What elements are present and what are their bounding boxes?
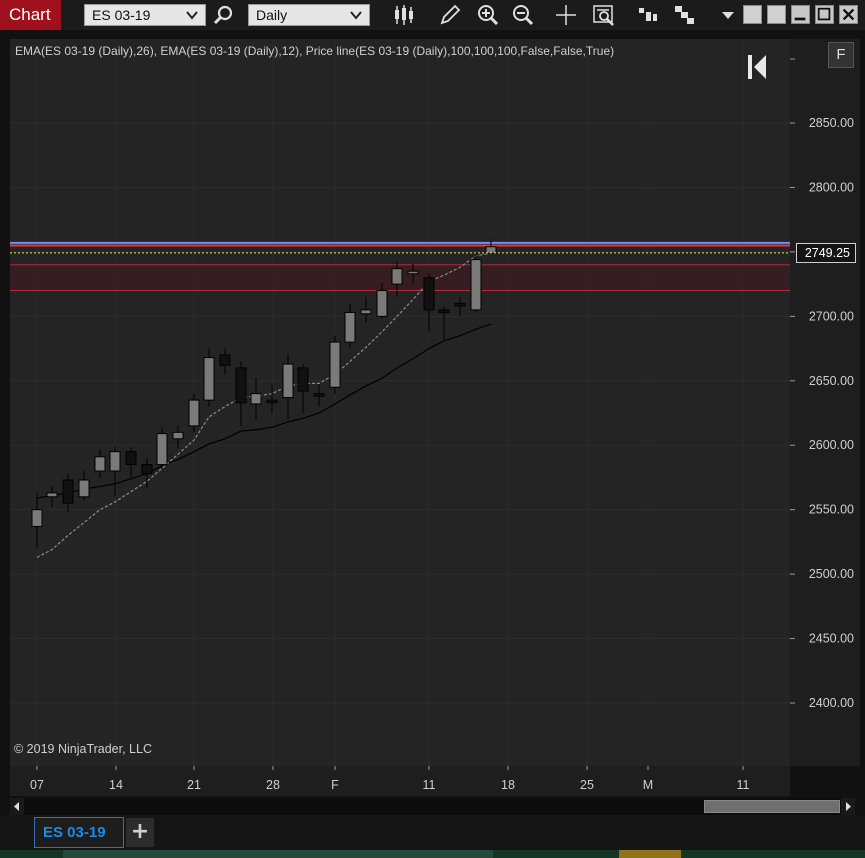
candle-body [46, 492, 58, 498]
price-tick-label: 2800.00 [809, 180, 854, 194]
dropdown-arrow-icon[interactable] [716, 3, 740, 27]
interval-value: Daily [256, 7, 288, 23]
candle-body [94, 456, 106, 472]
interval-select[interactable]: Daily [248, 4, 370, 26]
status-segment [619, 850, 681, 858]
ema-12-line [36, 252, 492, 558]
candle-body [297, 367, 309, 392]
last-price-label: 2749.25 [796, 243, 856, 263]
time-tick-label: M [643, 778, 653, 792]
price-tick-label: 2850.00 [809, 116, 854, 130]
price-tick-label: 2650.00 [809, 374, 854, 388]
price-tick-label: 2700.00 [809, 309, 854, 323]
time-axis-ticks: 07 14 21 28 F 11 18 25 M 11 [30, 766, 750, 792]
time-tick-label: 25 [580, 778, 594, 792]
toolbar: Chart ES 03-19 Daily [0, 0, 865, 30]
candle-body [78, 479, 90, 498]
candle-body [391, 268, 403, 285]
tab-es-03-19[interactable]: ES 03-19 [34, 817, 124, 848]
candle-body [376, 290, 388, 317]
candle-body [31, 509, 43, 527]
indicator-label: EMA(ES 03-19 (Daily),26), EMA(ES 03-19 (… [15, 44, 615, 58]
scroll-right-icon[interactable] [841, 798, 855, 815]
window-tile-alt-button[interactable] [767, 5, 786, 24]
candle-body [109, 451, 121, 472]
chart-style-icon[interactable] [392, 3, 416, 27]
maximize-icon[interactable] [815, 5, 834, 24]
add-tab-button[interactable]: + [126, 818, 154, 847]
candle-body [156, 433, 168, 466]
candle-body [438, 309, 450, 313]
candle-body [203, 357, 215, 401]
candle-body [454, 302, 466, 307]
time-tick-label: F [331, 778, 339, 792]
scrollbar-thumb[interactable] [704, 800, 840, 813]
chevron-down-icon [186, 11, 198, 20]
copyright-notice: © 2019 NinjaTrader, LLC [14, 742, 152, 756]
time-tick-label: 11 [423, 778, 436, 792]
price-axis-ticks: 2850.002800.002750.002700.002650.002600.… [790, 58, 854, 710]
jump-to-start-icon[interactable] [746, 53, 768, 81]
chart-tab-bar: ES 03-19 + [0, 815, 865, 850]
price-axis[interactable]: 2850.002800.002750.002700.002650.002600.… [790, 39, 860, 766]
instrument-select[interactable]: ES 03-19 [84, 4, 206, 26]
scroll-left-icon[interactable] [10, 798, 24, 815]
chevron-down-icon [350, 11, 362, 20]
search-icon[interactable] [212, 3, 236, 27]
time-axis[interactable]: 07 14 21 28 F 11 18 25 M 11 [10, 766, 790, 796]
fit-button[interactable]: F [828, 42, 854, 68]
zoom-out-icon[interactable] [511, 3, 535, 27]
candle-body [62, 479, 74, 504]
data-box-icon[interactable] [592, 3, 616, 27]
price-tick-label: 2550.00 [809, 503, 854, 517]
candle-body [235, 367, 247, 404]
templates-icon[interactable] [672, 3, 696, 27]
price-tick-label: 2400.00 [809, 696, 854, 710]
candle-body [141, 464, 153, 475]
price-tick-label: 2600.00 [809, 438, 854, 452]
candle-body [282, 363, 294, 399]
candle-body [423, 277, 435, 311]
candle-body [344, 311, 356, 343]
price-tick-label: 2500.00 [809, 567, 854, 581]
candle-body [219, 354, 231, 366]
status-segment [63, 850, 493, 858]
time-tick-label: 21 [187, 778, 201, 792]
time-tick-label: 18 [501, 778, 515, 792]
candle-body [360, 309, 372, 315]
time-tick-label: 07 [30, 778, 44, 792]
time-tick-label: 28 [266, 778, 280, 792]
window-tile-button[interactable] [743, 5, 762, 24]
chart-window-tab[interactable]: Chart [0, 0, 61, 30]
candle-body [313, 393, 325, 397]
crosshair-icon[interactable] [554, 3, 578, 27]
candle-body [329, 341, 341, 388]
close-icon[interactable] [839, 5, 858, 24]
minimize-icon[interactable] [791, 5, 810, 24]
price-tick-label: 2450.00 [809, 632, 854, 646]
candle-body [407, 270, 419, 275]
candle-body [250, 393, 262, 405]
candle-body [266, 399, 278, 404]
candle-body [125, 451, 137, 466]
pencil-icon[interactable] [438, 3, 462, 27]
time-tick-label: 14 [109, 778, 123, 792]
ema-26-line [36, 323, 492, 499]
zoom-in-icon[interactable] [476, 3, 500, 27]
horizontal-scrollbar[interactable] [10, 798, 855, 815]
candle-body [470, 259, 482, 311]
candle-body [485, 246, 497, 254]
price-chart[interactable] [10, 39, 790, 766]
chart-panel[interactable]: EMA(ES 03-19 (Daily),26), EMA(ES 03-19 (… [10, 39, 790, 766]
time-tick-label: 11 [737, 778, 750, 792]
instrument-value: ES 03-19 [92, 7, 151, 23]
candle-body [172, 431, 184, 440]
strategy-icon[interactable] [636, 3, 660, 27]
candle-body [188, 399, 200, 427]
